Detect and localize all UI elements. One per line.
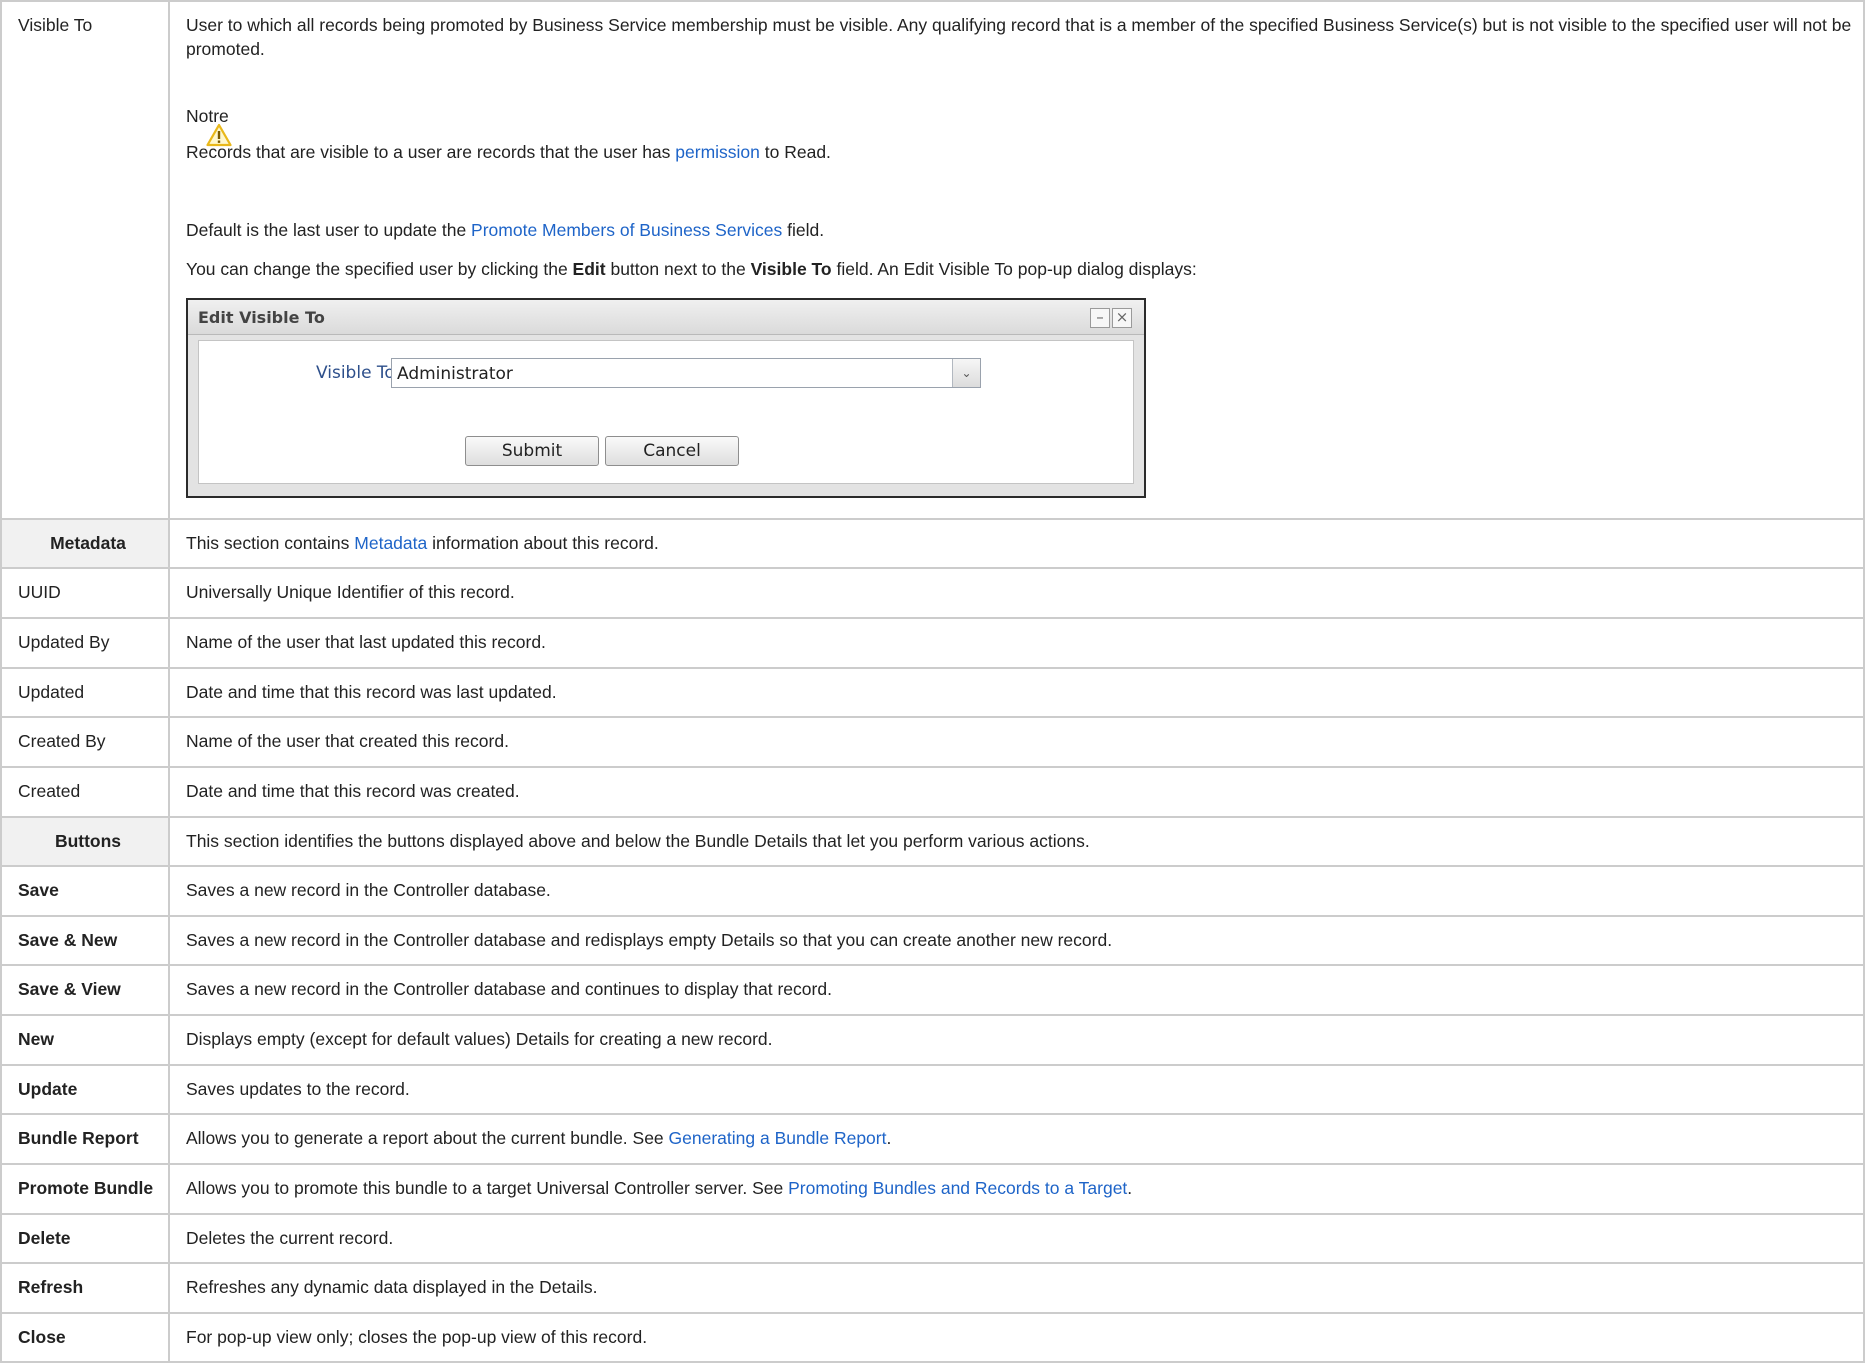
dialog-body: Visible To : Administrator ⌄ Submit Canc… <box>198 339 1134 484</box>
submit-button[interactable]: Submit <box>465 435 599 466</box>
edit-visible-to-dialog: Edit Visible To – × Visible To : Adminis… <box>186 297 1146 498</box>
field-name-cell: Updated <box>0 666 170 719</box>
table-row: Save & View Saves a new record in the Con… <box>0 964 1865 1016</box>
table-row: New Displays empty (except for default va… <box>0 1014 1865 1066</box>
close-icon[interactable]: × <box>1112 307 1132 328</box>
field-description-cell: Date and time that this record was last … <box>168 666 1865 719</box>
default-text: Default is the last user to update the P… <box>186 219 825 240</box>
table-row: Created Date and time that this record wa… <box>0 765 1865 818</box>
section-description: This section identifies the buttons disp… <box>168 815 1865 868</box>
metadata-link[interactable]: Metadata <box>354 533 427 553</box>
button-description-cell: Saves a new record in the Controller dat… <box>168 964 1865 1016</box>
button-description-cell: Allows you to generate a report about th… <box>168 1113 1865 1165</box>
field-description-cell: Universally Unique Identifier of this re… <box>168 567 1865 619</box>
section-description: This section contains Metadata informati… <box>168 517 1865 570</box>
table-row: Update Saves updates to the record. <box>0 1063 1865 1116</box>
button-name-cell: Close <box>0 1311 170 1364</box>
dialog-titlebar: Edit Visible To – × <box>188 299 1144 335</box>
note-title: Notre <box>186 106 229 127</box>
field-name-cell: Updated By <box>0 617 170 669</box>
button-description-cell: For pop-up view only; closes the pop-up … <box>168 1311 1865 1364</box>
field-name-cell: Created By <box>0 716 170 768</box>
table-row: Metadata This section contains Metadata … <box>0 517 1865 570</box>
table-row: Updated Date and time that this record wa… <box>0 666 1865 719</box>
button-name-cell: Save <box>0 865 170 917</box>
button-name-cell: New <box>0 1014 170 1066</box>
field-description-cell: Name of the user that last updated this … <box>168 617 1865 669</box>
table-row: Close For pop-up view only; closes the po… <box>0 1311 1865 1364</box>
button-name-cell: Delete <box>0 1212 170 1265</box>
table-row: Promote Bundle Allows you to promote this… <box>0 1162 1865 1215</box>
button-name-cell: Bundle Report <box>0 1113 170 1165</box>
change-text: You can change the specified user by cli… <box>186 259 1197 280</box>
note-panel: Notre Records that are visible to a user… <box>186 105 1853 164</box>
button-description-cell: Saves a new record in the Controller dat… <box>168 865 1865 917</box>
table-row: Delete Deletes the current record. <box>0 1212 1865 1265</box>
table-row: Save Saves a new record in the Controller… <box>0 865 1865 917</box>
button-name-cell: Refresh <box>0 1262 170 1314</box>
promote-members-link[interactable]: Promote Members of Business Services <box>471 220 782 240</box>
field-name-cell: Visible To <box>0 0 170 520</box>
button-description-cell: Displays empty (except for default value… <box>168 1014 1865 1066</box>
table-row: Buttons This section identifies the butt… <box>0 815 1865 868</box>
chevron-down-icon[interactable]: ⌄ <box>952 358 980 387</box>
field-name-cell: UUID <box>0 567 170 619</box>
table-row: Created By Name of the user that created … <box>0 716 1865 768</box>
table-row: Bundle Report Allows you to generate a re… <box>0 1113 1865 1165</box>
button-name-cell: Save & View <box>0 964 170 1016</box>
button-description-cell: Saves a new record in the Controller dat… <box>168 914 1865 967</box>
section-header-metadata: Metadata <box>0 517 170 570</box>
field-description-cell: User to which all records being promoted… <box>168 0 1865 520</box>
button-description-cell: Allows you to promote this bundle to a t… <box>168 1162 1865 1215</box>
warning-icon <box>206 124 232 147</box>
table-row: Save & New Saves a new record in the Cont… <box>0 914 1865 967</box>
description-text: User to which all records being promoted… <box>186 15 1852 59</box>
cancel-button[interactable]: Cancel <box>605 435 739 466</box>
dialog-title: Edit Visible To <box>198 307 325 327</box>
button-name-cell: Update <box>0 1063 170 1116</box>
button-name-cell: Save & New <box>0 914 170 967</box>
field-description-cell: Date and time that this record was creat… <box>168 765 1865 818</box>
button-description-cell: Deletes the current record. <box>168 1212 1865 1265</box>
minimize-icon[interactable]: – <box>1090 307 1110 328</box>
visible-to-value: Administrator <box>397 363 513 384</box>
promoting-bundles-link[interactable]: Promoting Bundles and Records to a Targe… <box>788 1178 1127 1198</box>
table-row: Updated By Name of the user that last upd… <box>0 617 1865 669</box>
section-header-buttons: Buttons <box>0 815 170 868</box>
generating-bundle-report-link[interactable]: Generating a Bundle Report <box>669 1128 887 1148</box>
field-name-cell: Created <box>0 765 170 818</box>
table-row: Visible To User to which all records bei… <box>0 0 1865 520</box>
table-row: UUID Universally Unique Identifier of thi… <box>0 567 1865 619</box>
field-description-cell: Name of the user that created this recor… <box>168 716 1865 768</box>
button-description-cell: Saves updates to the record. <box>168 1063 1865 1116</box>
visible-to-select[interactable]: Administrator ⌄ <box>391 357 981 388</box>
note-text: Records that are visible to a user are r… <box>186 141 831 162</box>
button-description-cell: Refreshes any dynamic data displayed in … <box>168 1262 1865 1314</box>
permission-link[interactable]: permission <box>675 142 760 162</box>
table-row: Refresh Refreshes any dynamic data displa… <box>0 1262 1865 1314</box>
button-name-cell: Promote Bundle <box>0 1162 170 1215</box>
field-description-table: Visible To User to which all records bei… <box>0 0 1865 1364</box>
